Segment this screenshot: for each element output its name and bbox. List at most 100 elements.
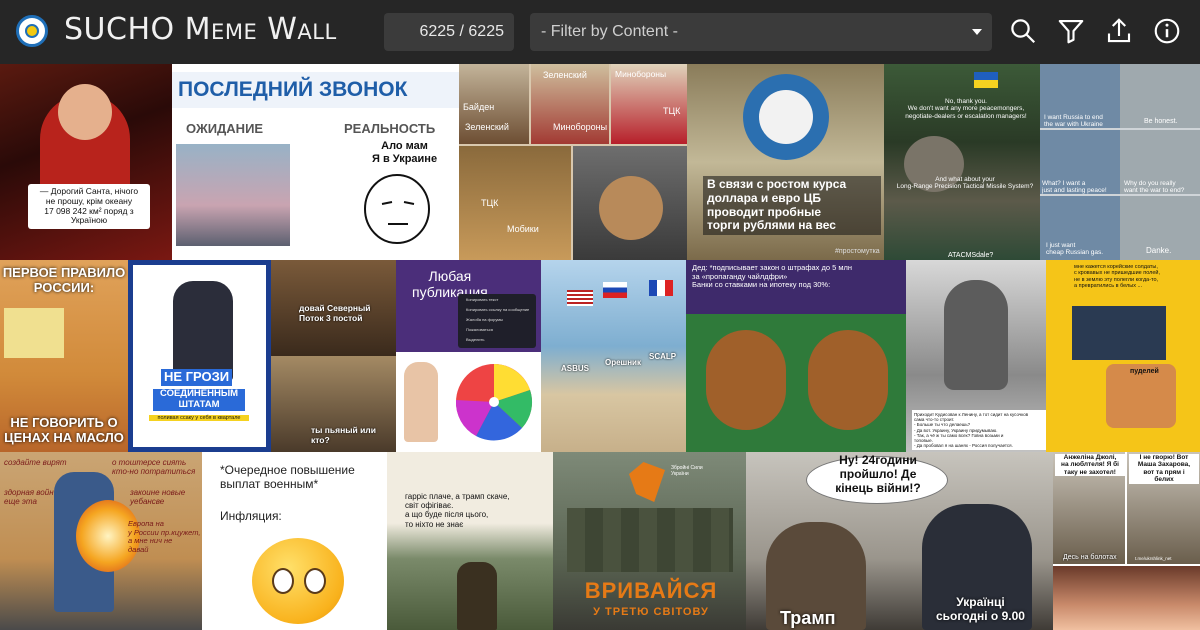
panel-4	[459, 146, 571, 260]
bottom-text: НЕ ГОВОРИТЬ О ЦЕНАХ НА МАСЛО	[4, 415, 124, 445]
info-icon	[1154, 18, 1180, 44]
search-icon	[1011, 19, 1036, 44]
meme-fire-painting[interactable]: создайте вирят здорная войн еще эта о то…	[0, 452, 202, 630]
label-biden: Байден	[463, 102, 495, 112]
left-label: ОЖИДАНИЕ	[186, 121, 264, 136]
label-3: SCALP	[649, 352, 677, 361]
meme-jolie[interactable]: Анжеліна Джолі, на люблтеля! Я бі таку н…	[1053, 452, 1200, 630]
label-minoborony-2: Минобороны	[553, 122, 608, 132]
meme-medvedev[interactable]: НЕ ГРОЗИ СОЕДИНЕННЫМ ШТАТАМ поливая ссак…	[128, 260, 271, 452]
menu-item-4: Пожаловаться	[466, 327, 493, 332]
meme-korean-soldiers[interactable]: мне кажется корейские солдаты, с кровавы…	[1046, 260, 1200, 452]
content-filter-select[interactable]: - Filter by Content -	[530, 13, 992, 51]
usa-flag	[567, 290, 593, 306]
emoji-eye-left	[272, 568, 294, 594]
monkey-left	[706, 330, 786, 430]
search-button[interactable]	[1008, 16, 1038, 46]
caption-2: пуделей	[1130, 368, 1159, 375]
source-tag: t.me/ukrshlink_net	[1135, 556, 1172, 561]
russia-flag	[603, 282, 627, 298]
meme-caption: — Дорогий Санта, нічого не прошу, крім о…	[28, 184, 150, 230]
meme-santa[interactable]: — Дорогий Санта, нічого не прошу, крім о…	[0, 64, 172, 260]
meme-wheelchair[interactable]: Приходит Кудисован к Ленину, а тот сидит…	[906, 260, 1046, 452]
meme-24-hours[interactable]: Ну! 24години пройшло! Де кінець війни!? …	[746, 452, 1053, 630]
meme-harris-trump[interactable]: гарріс плаче, а трамп скаче, світ офігів…	[387, 452, 553, 630]
meme-vryvaisya[interactable]: Збройні Сили України ВРИВАЙСЯ У ТРЕТЮ СВ…	[553, 452, 746, 630]
meme-last-bell[interactable]: ПОСЛЕДНИЙ ЗВОНОК ОЖИДАНИЕ РЕАЛЬНОСТЬ Ало…	[172, 64, 459, 260]
caption-2: And what about your Long-Range Precision…	[896, 176, 1034, 191]
caption-2: І не гворю! Вот Маша Захарова, вот та пр…	[1129, 454, 1199, 484]
menu-item-3: Жалоба на форумы	[466, 317, 503, 322]
menu-item-5: Выделить	[466, 337, 485, 342]
monkey-right	[808, 330, 888, 430]
upload-button[interactable]	[1104, 16, 1134, 46]
title-2: СОЕДИНЕННЫМ ШТАТАМ	[153, 388, 245, 411]
title-1: НЕ ГРОЗИ	[161, 369, 233, 386]
presenter	[404, 362, 438, 442]
school-photo	[176, 144, 290, 246]
caption-2: Инфляция:	[220, 509, 282, 523]
caption: ты пьяный или кто?	[311, 425, 376, 445]
top-text: ПЕРВОЕ ПРАВИЛО РОССИИ:	[2, 265, 126, 295]
label-2: Орешник	[605, 358, 641, 367]
hashtag: #простомутка	[835, 248, 880, 255]
emoji-eye-right	[304, 568, 326, 594]
subtitle: поливая ссаку у себя в квартале	[149, 415, 249, 422]
app-title: SUCHO Meme Wall	[64, 12, 337, 47]
info-button[interactable]	[1152, 16, 1182, 46]
logo-shape	[629, 462, 665, 502]
meme-fight-club[interactable]: ПЕРВОЕ ПРАВИЛО РОССИИ: НЕ ГОВОРИТЬ О ЦЕН…	[0, 260, 128, 452]
caption: Приходит Кудисован к Ленину, а тот сидит…	[912, 410, 1046, 451]
soldiers	[567, 508, 733, 572]
cossack-figure	[457, 562, 497, 630]
meme-face-drawing	[364, 174, 430, 244]
meme-monkey-puppet[interactable]: Дед: *подписывает закон о штрафах до 5 м…	[686, 260, 906, 452]
caption-3: Десь на болотах	[1063, 554, 1117, 561]
upload-icon	[1107, 18, 1131, 43]
sucho-logo[interactable]	[16, 15, 48, 47]
caption-3: What? I want a just and lasting peace!	[1042, 180, 1107, 195]
caption-1: *Очередное повышение выплат военным*	[220, 463, 355, 491]
label-zelensky-2: Зеленский	[465, 122, 509, 132]
suit-figure	[173, 281, 233, 381]
right-text-1: о тоштерсе сиять кто-но потратиться	[112, 458, 196, 477]
caption-4: Why do you really want the war to end?	[1124, 180, 1185, 195]
caption-2: Be honest.	[1144, 118, 1178, 125]
meme-gandalf[interactable]: No, thank you. We don't want any more pe…	[884, 64, 1040, 260]
ukraine-flag	[974, 72, 998, 88]
caption-5: I just want cheap Russian gas.	[1046, 242, 1104, 257]
meme-grid: — Дорогий Санта, нічого не прошу, крім о…	[0, 64, 1200, 630]
label-tck-2: ТЦК	[481, 198, 499, 208]
meme-putin-phone-2[interactable]: ты пьяный или кто?	[271, 356, 396, 452]
label-mobiki: Мобики	[507, 224, 539, 234]
right-label: РЕАЛЬНОСТЬ	[344, 121, 436, 136]
meme-putin-phone-1[interactable]: довай Северный Поток 3 постой	[271, 260, 396, 356]
woman-photo	[1053, 566, 1200, 630]
meme-scale[interactable]: В связи с ростом курса доллара и евро ЦБ…	[687, 64, 884, 260]
filter-button[interactable]	[1056, 16, 1086, 46]
subheadline: У ТРЕТЮ СВІТОВУ	[593, 606, 709, 618]
menu-item-2: Копировать ссылку на сообщение	[466, 307, 530, 312]
right-text-2: закоине новые уебансве	[130, 488, 186, 507]
headline: ВРИВАЙСЯ	[584, 578, 718, 603]
caption-3: ATACMSdale?	[948, 252, 994, 259]
caption-1: Анжеліна Джолі, на люблтеля! Я бі таку н…	[1055, 454, 1125, 477]
meme-wheel[interactable]: Любая публикация Копировать текст Копиро…	[396, 260, 541, 452]
filter-placeholder: - Filter by Content -	[541, 23, 678, 40]
label-zelensky-1: Зеленский	[543, 70, 587, 80]
butter-block	[4, 308, 64, 358]
meme-politicians[interactable]: Байден Зеленский Минобороны Зеленский Ми…	[459, 64, 687, 260]
meme-scholz[interactable]: I want Russia to end the war with Ukrain…	[1040, 64, 1200, 260]
meme-salary[interactable]: *Очередное повышение выплат военным* Инф…	[202, 452, 387, 630]
filter-icon	[1058, 19, 1084, 44]
caption-1: No, thank you. We don't want any more pe…	[905, 98, 1027, 120]
right-text-3: Европа на у России пр.кцужет, а мне нич …	[128, 519, 201, 554]
meme-beach[interactable]: ASBUS Орешник SCALP	[541, 260, 686, 452]
label-minoborony-1: Минобороны	[615, 69, 667, 79]
scale-face	[759, 90, 813, 144]
boy-face	[58, 84, 112, 140]
left-text-1: создайте вирят	[4, 458, 67, 467]
caption-1: I want Russia to end the war with Ukrain…	[1044, 114, 1103, 129]
caption-6: Danke.	[1146, 246, 1172, 255]
quote: Ало мам Я в Украине	[372, 140, 438, 165]
